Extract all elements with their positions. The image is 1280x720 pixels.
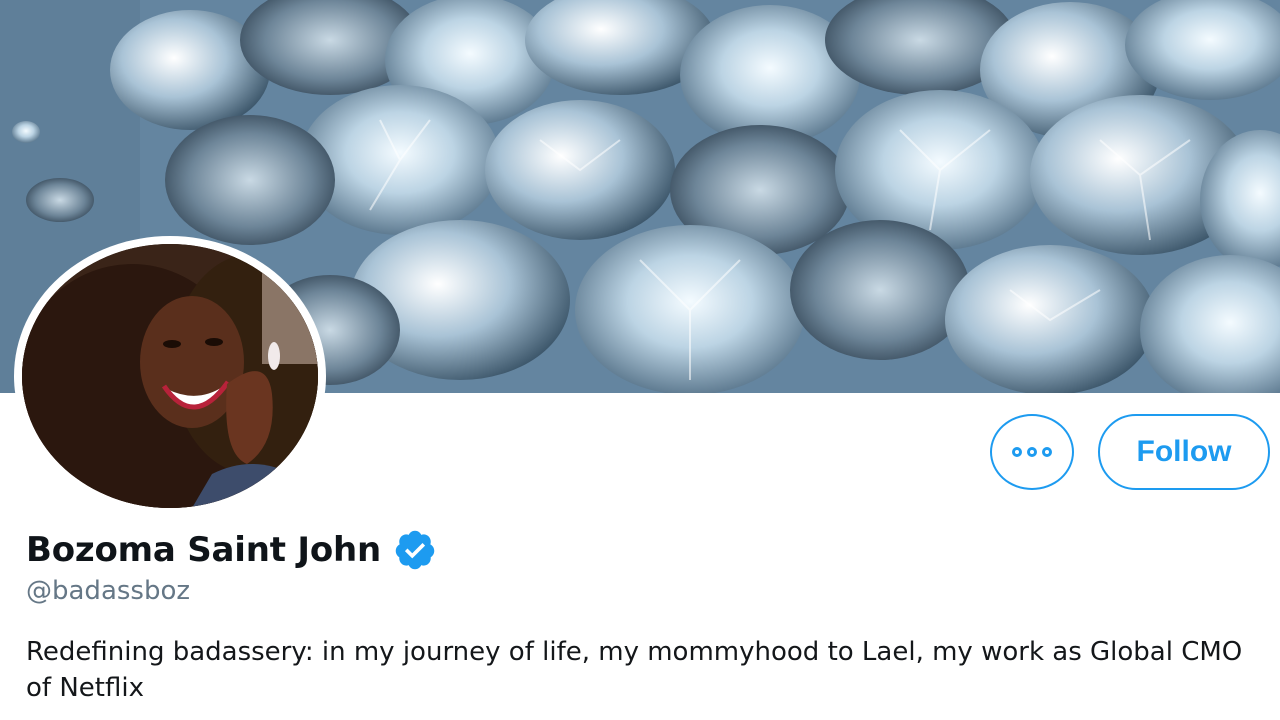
avatar-photo	[22, 244, 318, 508]
display-name-row: Bozoma Saint John	[26, 528, 437, 572]
profile-handle: @badassboz	[26, 576, 191, 606]
profile-page: Follow Bozoma Saint John @badassboz Rede…	[0, 0, 1280, 720]
follow-button[interactable]: Follow	[1098, 414, 1270, 490]
verified-badge-icon	[395, 530, 435, 570]
more-options-icon	[1012, 447, 1052, 457]
display-name: Bozoma Saint John	[26, 530, 382, 570]
more-options-button[interactable]	[990, 414, 1074, 490]
profile-bio: Redefining badassery: in my journey of l…	[26, 637, 1243, 703]
profile-avatar[interactable]	[14, 236, 326, 516]
